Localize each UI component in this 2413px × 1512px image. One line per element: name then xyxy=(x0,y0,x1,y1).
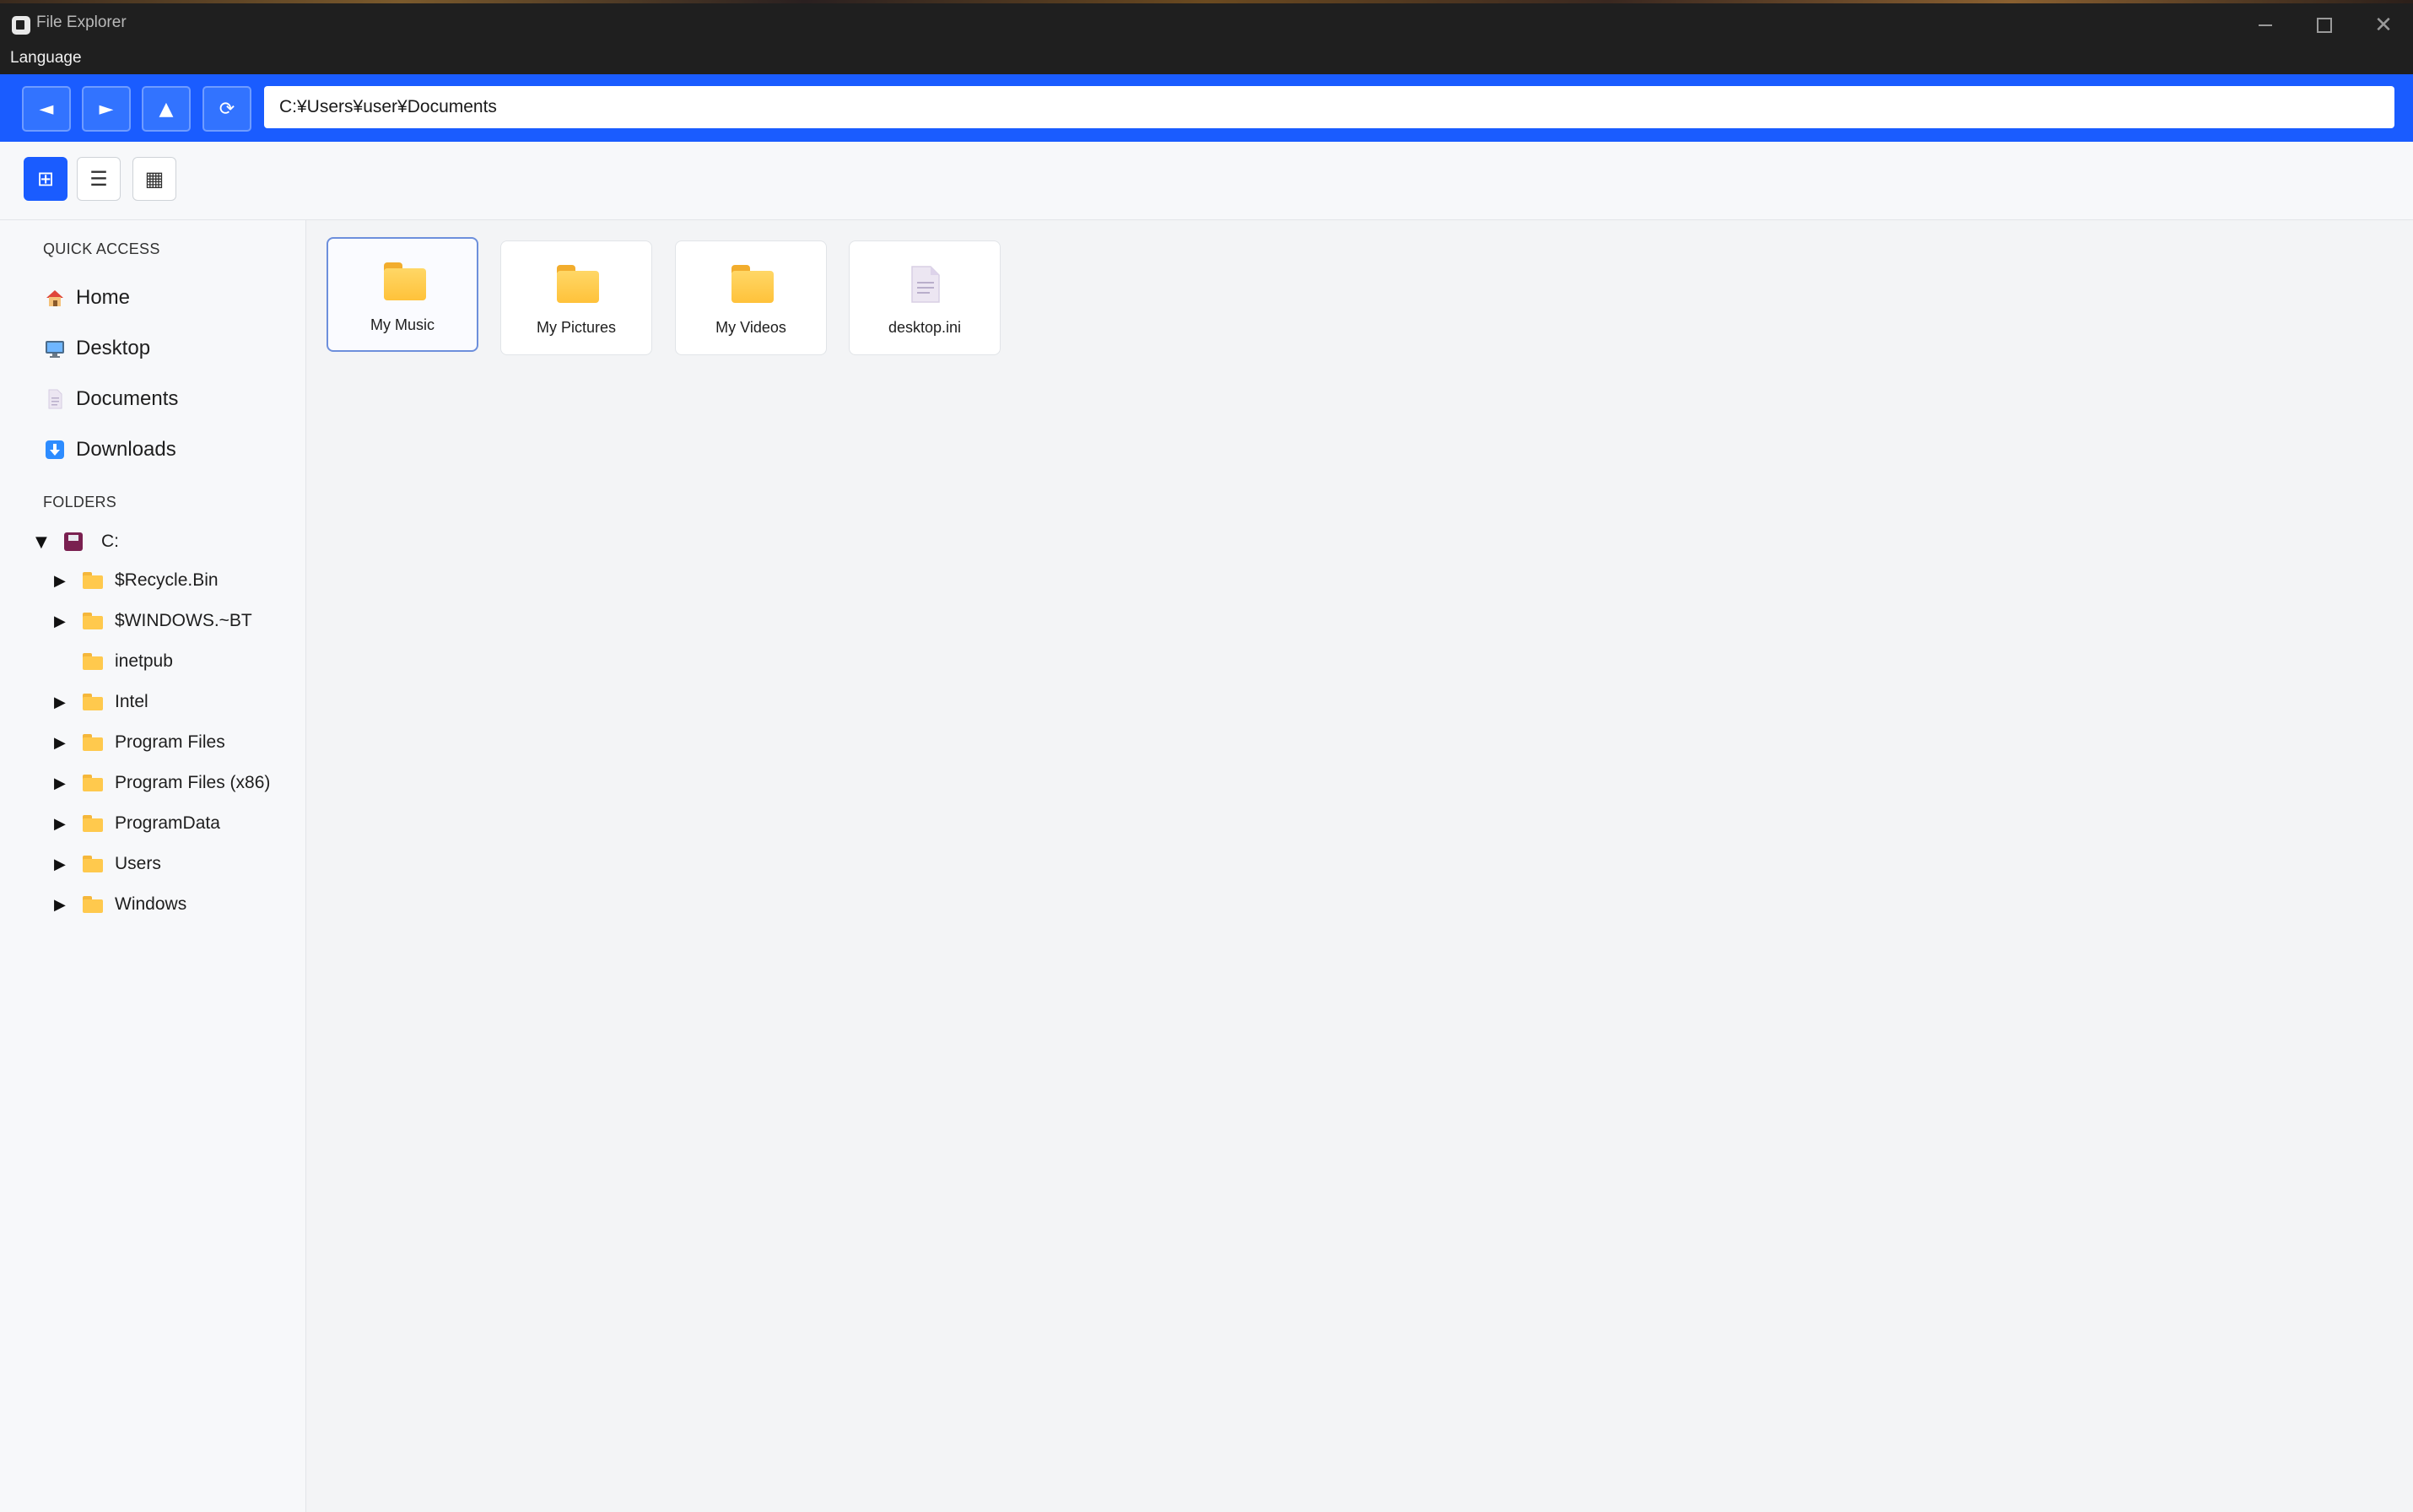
tree-item-label: $WINDOWS.~BT xyxy=(115,611,252,630)
quick-access-label: Desktop xyxy=(76,337,151,359)
folder-icon xyxy=(83,775,103,791)
document-icon xyxy=(44,388,66,410)
table-view-icon: ▦ xyxy=(144,167,165,191)
sidebar: QUICK ACCESS Home Desktop Documents Down… xyxy=(0,220,306,1512)
caret-collapsed-icon[interactable]: ▶ xyxy=(54,775,71,792)
refresh-button[interactable]: ⟳ xyxy=(202,86,251,132)
file-tile-label: My Pictures xyxy=(536,319,617,336)
tree-item-intel[interactable]: ▶ Intel xyxy=(54,687,148,717)
file-tile-desktop-ini[interactable]: desktop.ini xyxy=(849,240,1001,355)
list-view-icon: ☰ xyxy=(89,167,108,191)
quick-access-downloads[interactable]: Downloads xyxy=(44,433,176,467)
folders-title: FOLDERS xyxy=(43,494,117,510)
document-icon xyxy=(910,265,941,304)
back-button[interactable]: ◄ xyxy=(22,86,71,132)
up-button[interactable]: ▲ xyxy=(142,86,191,132)
folder-icon xyxy=(83,653,103,670)
quick-access-home[interactable]: Home xyxy=(44,281,130,315)
caret-collapsed-icon[interactable]: ▶ xyxy=(54,572,71,590)
caret-collapsed-icon[interactable]: ▶ xyxy=(54,896,71,914)
caret-collapsed-icon[interactable]: ▶ xyxy=(54,613,71,630)
folder-icon xyxy=(83,815,103,832)
folder-icon xyxy=(83,896,103,913)
tree-item-program-files[interactable]: ▶ Program Files xyxy=(54,727,225,758)
menu-bar: Language xyxy=(0,44,2413,74)
caret-collapsed-icon[interactable]: ▶ xyxy=(54,734,71,752)
list-view-button[interactable]: ☰ xyxy=(77,157,121,201)
window-title: File Explorer xyxy=(36,14,127,31)
folder-icon xyxy=(83,694,103,710)
tree-item-windows[interactable]: ▶ Windows xyxy=(54,889,186,920)
tree-item-programdata[interactable]: ▶ ProgramData xyxy=(54,808,220,839)
tree-item-label: Users xyxy=(115,854,161,873)
tree-drive-c[interactable]: ▼ C: xyxy=(35,526,119,557)
tree-drive-label: C: xyxy=(101,532,119,551)
file-tile-my-pictures[interactable]: My Pictures xyxy=(500,240,652,355)
monitor-icon xyxy=(44,338,66,359)
caret-expanded-icon[interactable]: ▼ xyxy=(35,533,52,551)
file-tile-my-music[interactable]: My Music xyxy=(327,237,478,352)
quick-access-title: QUICK ACCESS xyxy=(43,240,160,257)
back-arrow-icon: ◄ xyxy=(39,98,54,120)
folder-icon xyxy=(83,613,103,629)
minimize-icon xyxy=(2259,24,2272,26)
menu-item-language[interactable]: Language xyxy=(10,49,82,68)
up-arrow-icon: ▲ xyxy=(159,98,174,120)
tree-item-label: Intel xyxy=(115,692,148,711)
tree-item-label: Program Files xyxy=(115,732,225,752)
maximize-button[interactable] xyxy=(2295,7,2354,44)
forward-button[interactable]: ► xyxy=(82,86,131,132)
quick-access-documents[interactable]: Documents xyxy=(44,382,178,416)
grid-view-button[interactable]: ⊞ xyxy=(24,157,67,201)
refresh-icon: ⟳ xyxy=(219,98,235,120)
table-view-button[interactable]: ▦ xyxy=(132,157,176,201)
folder-icon xyxy=(384,262,426,301)
house-icon xyxy=(44,287,66,309)
navigation-bar: ◄ ► ▲ ⟳ xyxy=(0,74,2413,142)
address-bar-input[interactable] xyxy=(264,86,2394,128)
caret-collapsed-icon[interactable]: ▶ xyxy=(54,694,71,711)
folder-icon xyxy=(731,265,774,304)
file-explorer-window: File Explorer ✕ Language ◄ ► ▲ ⟳ ⊞ ☰ ▦ Q… xyxy=(0,0,2413,1512)
forward-arrow-icon: ► xyxy=(99,98,114,120)
caret-collapsed-icon[interactable]: ▶ xyxy=(54,856,71,873)
floppy-disk-icon xyxy=(64,532,83,551)
tree-item-label: inetpub xyxy=(115,651,173,671)
app-icon xyxy=(12,16,30,35)
file-tile-my-videos[interactable]: My Videos xyxy=(675,240,827,355)
quick-access-label: Home xyxy=(76,286,131,309)
tree-item-label: Program Files (x86) xyxy=(115,773,271,792)
tree-item-label: Windows xyxy=(115,894,187,914)
close-button[interactable]: ✕ xyxy=(2354,7,2413,44)
quick-access-desktop[interactable]: Desktop xyxy=(44,332,150,365)
tree-item-inetpub[interactable]: inetpub xyxy=(54,646,173,677)
download-arrow-icon xyxy=(44,439,66,461)
file-tile-label: desktop.ini xyxy=(888,319,962,336)
folder-icon xyxy=(83,856,103,872)
maximize-icon xyxy=(2317,18,2332,33)
grid-view-icon: ⊞ xyxy=(36,167,55,191)
caret-collapsed-icon[interactable]: ▶ xyxy=(54,815,71,833)
tree-item-users[interactable]: ▶ Users xyxy=(54,849,161,879)
quick-access-label: Downloads xyxy=(76,438,176,461)
view-toolbar: ⊞ ☰ ▦ xyxy=(0,142,2413,220)
file-tile-label: My Music xyxy=(370,316,435,333)
tree-item-program-files-x86[interactable]: ▶ Program Files (x86) xyxy=(54,768,270,798)
close-icon: ✕ xyxy=(2374,13,2393,38)
tree-item-label: ProgramData xyxy=(115,813,220,833)
tree-item-recycle-bin[interactable]: ▶ $Recycle.Bin xyxy=(54,565,219,596)
folder-icon xyxy=(557,265,599,304)
file-grid: My Music My Pictures My Videos desktop.i… xyxy=(306,220,2413,1512)
file-tile-label: My Videos xyxy=(715,319,786,336)
tree-item-windows-bt[interactable]: ▶ $WINDOWS.~BT xyxy=(54,606,252,636)
folder-icon xyxy=(83,572,103,589)
folder-icon xyxy=(83,734,103,751)
title-bar: File Explorer ✕ xyxy=(0,3,2413,44)
tree-item-label: $Recycle.Bin xyxy=(115,570,219,590)
minimize-button[interactable] xyxy=(2236,7,2295,44)
quick-access-label: Documents xyxy=(76,387,179,410)
